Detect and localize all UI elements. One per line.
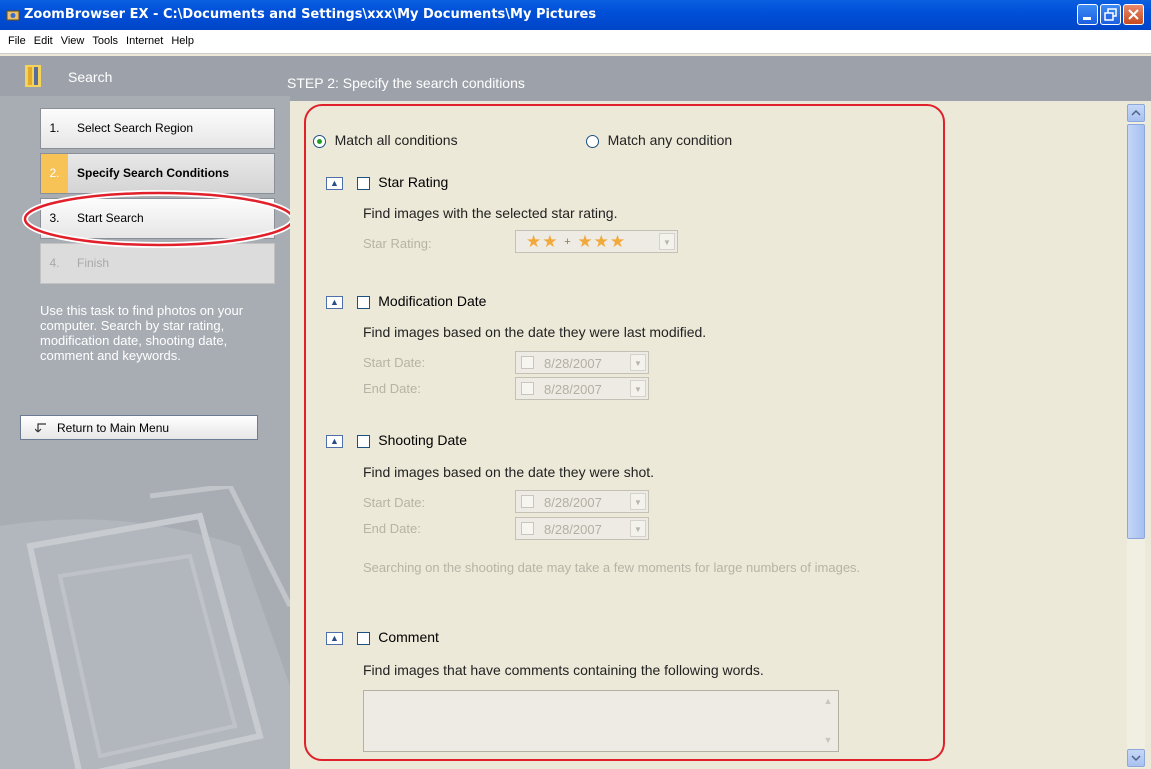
scroll-up-button[interactable]	[1127, 104, 1145, 122]
close-button[interactable]	[1123, 4, 1144, 25]
shooting-date-note: Searching on the shooting date may take …	[363, 560, 861, 575]
main-scrollbar[interactable]	[1127, 104, 1145, 768]
step-label: Select Search Region	[77, 121, 194, 135]
step-number: 2.	[41, 154, 68, 193]
stars-max: ★★★	[577, 232, 627, 251]
stars-plus: +	[564, 236, 572, 248]
modification-start-date[interactable]: 8/28/2007 ▼	[515, 351, 649, 374]
modification-date-checkbox[interactable]	[356, 296, 370, 310]
shooting-start-value: 8/28/2007	[544, 495, 602, 510]
task-description: Use this task to find photos on your com…	[40, 303, 244, 363]
minimize-icon	[1083, 17, 1091, 20]
star-rating-description: Find images with the selected star ratin…	[363, 205, 618, 221]
stars-min: ★★	[526, 232, 559, 251]
scroll-up-icon	[1131, 109, 1141, 116]
modification-start-checkbox[interactable]	[521, 356, 534, 369]
scroll-down-button[interactable]	[1127, 749, 1145, 767]
highlight-ellipse	[22, 190, 296, 248]
step-specify-search-conditions[interactable]: 2. Specify Search Conditions	[40, 153, 275, 194]
collapse-comment-button[interactable]: ▲	[326, 632, 343, 646]
match-all-radio[interactable]	[313, 135, 326, 149]
scroll-up-icon: ▲	[823, 696, 833, 706]
collapse-shooting-date-button[interactable]: ▲	[326, 435, 343, 449]
main-panel: STEP 2: Specify the search conditions Ma…	[287, 56, 1151, 769]
minimize-button[interactable]	[1077, 4, 1098, 25]
scroll-thumb[interactable]	[1127, 124, 1145, 539]
return-arrow-icon	[35, 423, 46, 433]
modification-start-value: 8/28/2007	[544, 356, 602, 371]
shooting-end-label: End Date:	[363, 521, 421, 536]
menu-edit[interactable]: Edit	[30, 30, 57, 47]
modification-end-label: End Date:	[363, 381, 421, 396]
shooting-end-checkbox[interactable]	[521, 522, 534, 535]
task-title: Search	[68, 69, 113, 85]
menu-bar: File Edit View Tools Internet Help	[0, 30, 1151, 54]
modification-end-date[interactable]: 8/28/2007 ▼	[515, 377, 649, 400]
chevron-down-icon: ▼	[630, 380, 646, 397]
step-heading: STEP 2: Specify the search conditions	[287, 75, 525, 91]
collapse-star-rating-button[interactable]: ▲	[326, 177, 343, 191]
match-any-option[interactable]: Match any condition	[586, 132, 733, 149]
shooting-end-value: 8/28/2007	[544, 522, 602, 537]
shooting-start-label: Start Date:	[363, 495, 426, 510]
comment-text-field[interactable]: ▲ ▼	[363, 690, 839, 752]
restore-icon	[1104, 8, 1117, 21]
restore-button[interactable]	[1100, 4, 1121, 25]
step-select-search-region[interactable]: 1. Select Search Region	[40, 108, 275, 149]
menu-help[interactable]: Help	[167, 30, 198, 47]
chevron-down-icon: ▼	[659, 233, 675, 250]
step-header: STEP 2: Specify the search conditions	[287, 56, 1151, 101]
modification-date-description: Find images based on the date they were …	[363, 324, 707, 340]
shooting-start-checkbox[interactable]	[521, 495, 534, 508]
chevron-down-icon: ▼	[630, 520, 646, 537]
return-label: Return to Main Menu	[57, 421, 170, 435]
modification-end-checkbox[interactable]	[521, 382, 534, 395]
modification-start-label: Start Date:	[363, 355, 426, 370]
comment-checkbox[interactable]	[356, 632, 370, 646]
title-bar: ZoomBrowser EX - C:\Documents and Settin…	[0, 0, 1151, 30]
shooting-date-description: Find images based on the date they were …	[363, 464, 655, 480]
modification-date-title: Modification Date	[378, 293, 487, 309]
decorative-frames-graphic	[0, 486, 290, 769]
collapse-modification-date-button[interactable]: ▲	[326, 296, 343, 310]
step-number: 1.	[49, 121, 60, 135]
menu-tools[interactable]: Tools	[88, 30, 122, 47]
scroll-down-icon	[1131, 755, 1141, 762]
return-to-main-menu-button[interactable]: Return to Main Menu	[20, 415, 258, 440]
comment-title: Comment	[378, 629, 439, 645]
close-icon	[1128, 9, 1139, 20]
search-conditions-form: Match all conditions Match any condition…	[312, 105, 927, 759]
chevron-down-icon: ▼	[630, 354, 646, 371]
modification-end-value: 8/28/2007	[544, 382, 602, 397]
shooting-date-title: Shooting Date	[378, 432, 467, 448]
shooting-start-date[interactable]: 8/28/2007 ▼	[515, 490, 649, 513]
star-rating-title: Star Rating	[378, 174, 449, 190]
chevron-down-icon: ▼	[630, 493, 646, 510]
match-all-option[interactable]: Match all conditions	[313, 132, 458, 149]
step-label: Specify Search Conditions	[77, 166, 230, 180]
comment-description: Find images that have comments containin…	[363, 662, 764, 678]
menu-internet[interactable]: Internet	[122, 30, 167, 47]
shooting-end-date[interactable]: 8/28/2007 ▼	[515, 517, 649, 540]
star-rating-value: ★★ + ★★★	[526, 232, 626, 252]
match-all-label: Match all conditions	[334, 132, 458, 148]
task-header: Search	[0, 56, 290, 96]
comment-scrollbar[interactable]: ▲ ▼	[820, 693, 836, 749]
app-icon	[6, 10, 20, 21]
window-title: ZoomBrowser EX - C:\Documents and Settin…	[24, 7, 597, 22]
scroll-down-icon: ▼	[823, 735, 833, 745]
shooting-date-checkbox[interactable]	[356, 435, 370, 449]
match-any-label: Match any condition	[607, 132, 733, 148]
menu-file[interactable]: File	[0, 30, 30, 47]
match-any-radio[interactable]	[586, 135, 599, 149]
menu-view[interactable]: View	[57, 30, 89, 47]
star-rating-checkbox[interactable]	[356, 177, 370, 191]
folder-icon	[25, 65, 41, 87]
task-panel: Search 1. Select Search Region 2. Specif…	[0, 56, 290, 769]
star-rating-field-label: Star Rating:	[363, 236, 432, 251]
star-rating-select[interactable]: ★★ + ★★★ ▼	[515, 230, 678, 253]
